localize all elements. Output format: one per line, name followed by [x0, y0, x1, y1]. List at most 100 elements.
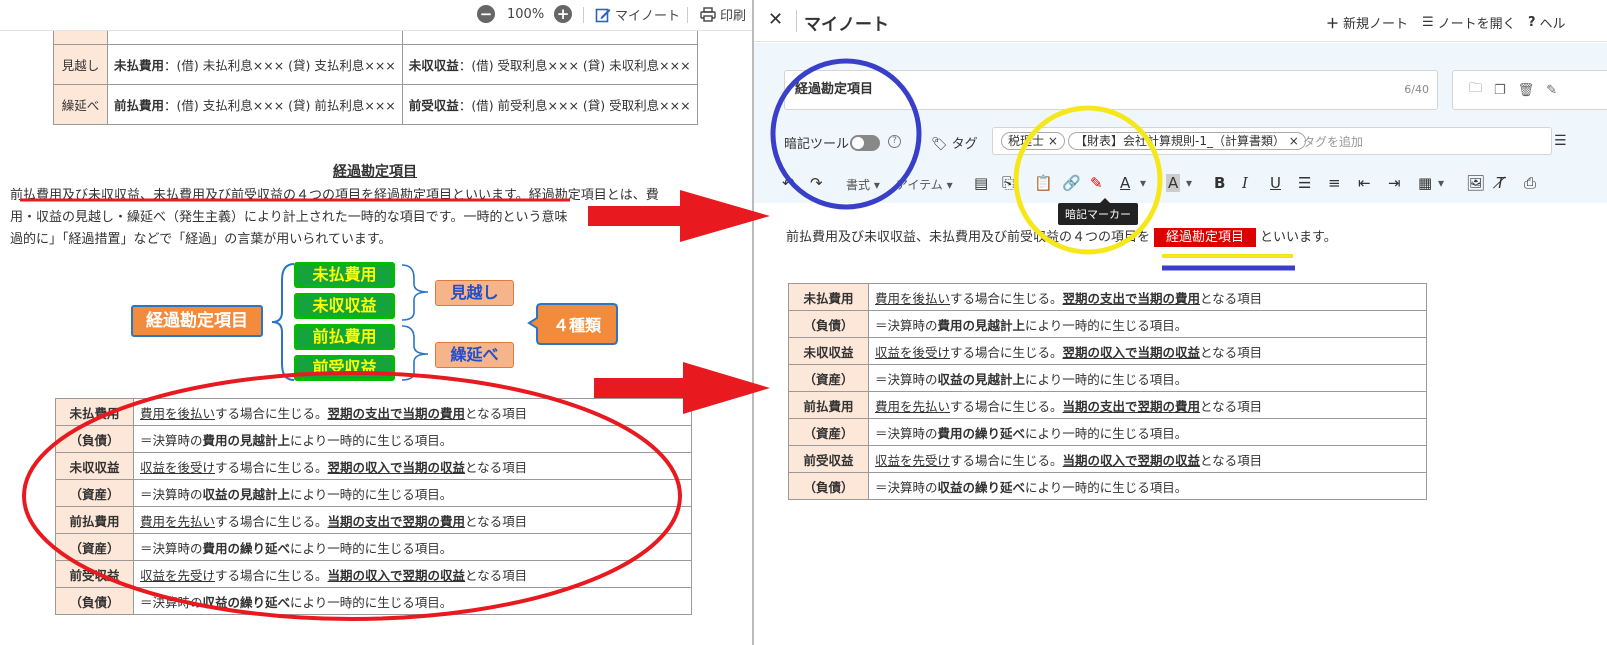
remove-tag-icon[interactable]: ×	[1048, 134, 1058, 148]
tag-input[interactable]: 税理士 × 【財表】会社計算規則-1_（計算書類） × タグを追加	[992, 127, 1552, 155]
help-icon[interactable]: ?	[888, 135, 901, 148]
mynote-label: マイノート	[615, 9, 681, 24]
chevron-down-icon[interactable]: ▾	[1186, 176, 1192, 190]
note-actions: 🗀 ❐ 🗑 ✎	[1452, 70, 1607, 110]
document-viewer: − 100% + マイノート 印刷 見越し 未払費用：(借) 未払利息××× (…	[0, 0, 752, 645]
close-button[interactable]: ✕	[768, 9, 783, 30]
zoom-in-button[interactable]: +	[554, 5, 572, 23]
table-row: （負債） ＝決算時の費用の見越計上により一時的に生じる項目。	[55, 425, 692, 453]
header-divider	[796, 10, 797, 32]
print-icon[interactable]: ⎙	[1524, 174, 1536, 192]
tag-chip[interactable]: 【財表】会社計算規則-1_（計算書類） ×	[1068, 132, 1306, 150]
question-icon: ?	[1528, 15, 1536, 30]
clear-format-icon[interactable]: T̸	[1496, 174, 1505, 192]
edit-note-icon	[595, 8, 611, 22]
table-row: （資産） ＝決算時の収益の見越計上により一時的に生じる項目。	[55, 479, 692, 507]
table-cell: 前払費用：(借) 支払利息××× (貸) 前払利息×××	[107, 84, 403, 125]
note-title-input[interactable]: 経過勘定項目 6/40	[784, 70, 1438, 110]
font-color-icon[interactable]: A	[1120, 174, 1130, 192]
table-icon[interactable]: ▦	[1418, 174, 1432, 192]
item-menu[interactable]: アイテム ▾	[896, 176, 953, 193]
edit-icon[interactable]: ✎	[1546, 83, 1557, 98]
tag-chip[interactable]: 税理士 ×	[1001, 132, 1065, 150]
copy-icon[interactable]: ❐	[1494, 83, 1506, 98]
zoom-level: 100%	[507, 7, 545, 22]
menu-icon[interactable]: ☰	[1554, 133, 1567, 149]
diagram-group-accrual: 見越し	[435, 280, 514, 306]
toolbar-divider	[687, 7, 688, 23]
remove-tag-icon[interactable]: ×	[1289, 134, 1299, 148]
classification-table: 未払費用 費用を後払いする場合に生じる。翌期の支出で当期の費用となる項目 （負債）…	[55, 398, 692, 615]
table-row: （資産） ＝決算時の費用の繰り延べにより一時的に生じる項目。	[55, 533, 692, 561]
diagram-item: 前払費用	[294, 324, 395, 350]
table-cell: 前受収益：(借) 前受利息××× (貸) 受取利息×××	[401, 84, 698, 125]
tag-add-placeholder: タグを追加	[1303, 135, 1364, 149]
mynote-button[interactable]: マイノート	[595, 5, 680, 24]
minus-icon: −	[477, 5, 495, 23]
highlight-icon[interactable]: A	[1166, 174, 1181, 192]
open-note-button[interactable]: ☰ ノートを開く	[1422, 13, 1516, 32]
table-row: 前受収益 収益を先受けする場合に生じる。当期の収入で翌期の収益となる項目	[788, 445, 1427, 473]
print-button[interactable]: 印刷	[700, 5, 746, 24]
section-title: 経過勘定項目	[333, 164, 417, 180]
help-button[interactable]: ? ヘル	[1528, 13, 1566, 32]
table-cell: 未収収益：(借) 受取利息××× (貸) 未収利息×××	[401, 44, 698, 85]
redo-icon[interactable]: ↷	[810, 174, 823, 192]
note-editor[interactable]: 前払費用及び未収収益、未払費用及び前受収益の４つの項目を 経過勘定項目 といいます。…	[754, 203, 1607, 645]
trash-icon[interactable]: 🗑	[1518, 83, 1535, 98]
viewer-toolbar: − 100% + マイノート 印刷	[0, 0, 752, 31]
table-row: 見越し 未払費用：(借) 未払利息××× (貸) 支払利息××× 未収収益：(借…	[53, 44, 698, 85]
table-row: 前受収益 収益を先受けする場合に生じる。当期の収入で翌期の収益となる項目	[55, 560, 692, 588]
chevron-down-icon[interactable]: ▾	[1140, 176, 1146, 190]
memo-marker-tooltip: 暗記マーカー	[1058, 198, 1138, 225]
link-icon[interactable]: 🔗	[1062, 174, 1081, 192]
panel-body: 経過勘定項目 6/40 🗀 ❐ 🗑 ✎ 暗記ツール ? 🏷 タグ 税理士 × 【…	[754, 43, 1607, 645]
table-row: （負債） ＝決算時の収益の繰り延べにより一時的に生じる項目。	[55, 587, 692, 615]
close-icon: ✕	[768, 9, 784, 30]
paragraph-line: 過的に」「経過措置」などで「経過」の言葉が用いられています。	[10, 232, 392, 247]
undo-icon[interactable]: ↶	[782, 174, 795, 192]
table-row: 未払費用 費用を後払いする場合に生じる。翌期の支出で当期の費用となる項目	[55, 398, 692, 426]
bullet-list-icon[interactable]: ☰	[1298, 174, 1311, 192]
panel-title: マイノート	[804, 15, 889, 35]
table-row: 未払費用 費用を後払いする場合に生じる。翌期の支出で当期の費用となる項目	[788, 283, 1427, 311]
folder-icon[interactable]: 🗀	[1469, 79, 1482, 101]
paste-icon[interactable]: 📋	[1034, 174, 1053, 192]
outdent-icon[interactable]: ⇤	[1358, 174, 1371, 192]
editor-toolbar: ↶ ↷ 書式 ▾ アイテム ▾ ▤ ⎘ 📋 🔗 ✎ A ▾ A ▾ B I U …	[754, 164, 1607, 202]
diagram-brace	[401, 264, 429, 381]
memo-tool-toggle[interactable]	[850, 135, 880, 151]
format-menu[interactable]: 書式 ▾	[846, 176, 880, 193]
numbered-list-icon[interactable]: ≡	[1328, 174, 1341, 192]
char-count: 6/40	[1404, 83, 1429, 96]
plus-icon: ＋	[1326, 17, 1340, 32]
italic-icon[interactable]: I	[1242, 174, 1248, 192]
chevron-down-icon[interactable]: ▾	[1438, 176, 1444, 190]
count-label: ４種類	[552, 316, 601, 335]
new-note-button[interactable]: ＋ 新規ノート	[1326, 13, 1408, 32]
row-header: 繰延べ	[53, 84, 108, 125]
image-icon[interactable]: 🖼	[1466, 174, 1485, 192]
zoom-out-button[interactable]: −	[477, 5, 495, 23]
row-header: 見越し	[53, 44, 108, 85]
table-row: 前払費用 費用を先払いする場合に生じる。当期の支出で翌期の費用となる項目	[788, 391, 1427, 419]
diagram-root: 経過勘定項目	[131, 305, 263, 337]
underline-icon[interactable]: U	[1270, 174, 1281, 192]
indent-icon[interactable]: ⇥	[1388, 174, 1401, 192]
table-row: （資産） ＝決算時の費用の繰り延べにより一時的に生じる項目。	[788, 418, 1427, 446]
diagram-item: 未払費用	[294, 262, 395, 288]
table-row: 繰延べ 前払費用：(借) 支払利息××× (貸) 前払利息××× 前受収益：(借…	[53, 84, 698, 125]
table-row: 前払費用 費用を先払いする場合に生じる。当期の支出で翌期の費用となる項目	[55, 506, 692, 534]
memo-marked-text[interactable]: 経過勘定項目	[1154, 228, 1257, 247]
plus-icon: +	[554, 5, 572, 23]
tag-label: 🏷 タグ	[931, 137, 978, 152]
copy-icon[interactable]: ⎘	[1002, 174, 1014, 192]
list-icon[interactable]: ▤	[974, 174, 988, 192]
table-row: （負債） ＝決算時の費用の見越計上により一時的に生じる項目。	[788, 310, 1427, 338]
print-label: 印刷	[720, 9, 747, 24]
table-row: 未収収益 収益を後受けする場合に生じる。翌期の収入で当期の収益となる項目	[55, 452, 692, 480]
table-row: （負債） ＝決算時の収益の繰り延べにより一時的に生じる項目。	[788, 472, 1427, 500]
table-row: 未収収益 収益を後受けする場合に生じる。翌期の収入で当期の収益となる項目	[788, 337, 1427, 365]
bold-icon[interactable]: B	[1214, 174, 1225, 192]
memo-marker-icon[interactable]: ✎	[1090, 174, 1103, 192]
